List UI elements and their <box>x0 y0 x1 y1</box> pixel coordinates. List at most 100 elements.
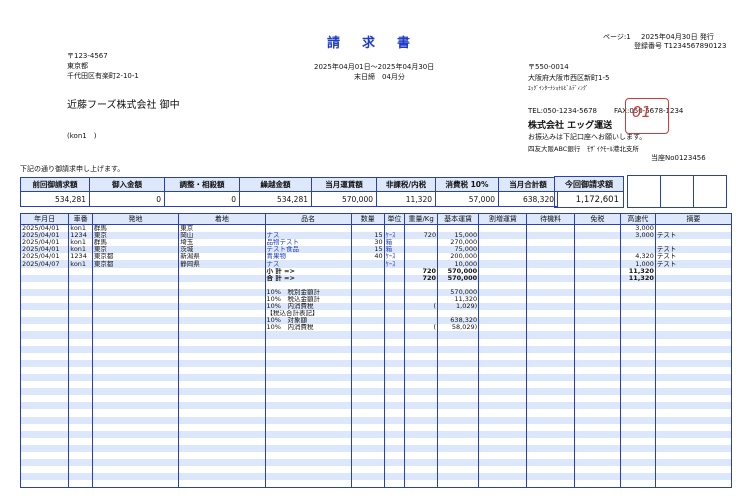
table-cell <box>526 345 575 353</box>
table-cell <box>654 331 733 339</box>
table-cell <box>437 409 480 417</box>
table-cell: 2025/04/01 <box>19 224 70 233</box>
table-cell <box>350 345 385 353</box>
detail-table: 年月日 車番 発地 着地 品名 数量 単位 重量/Kg 基本運賃 割増運賃 待機料 免税 高速代 摘要 2… <box>19 213 733 489</box>
table-cell: ( <box>404 324 439 332</box>
table-cell <box>404 338 439 346</box>
table-row <box>19 373 733 382</box>
table-cell <box>264 402 352 410</box>
customer-code: (kon1 ) <box>67 132 97 140</box>
current-billing-label: 今回御請求額 <box>554 176 624 192</box>
table-cell <box>68 345 93 353</box>
table-cell <box>68 430 93 438</box>
table-cell <box>437 437 480 445</box>
table-cell: 638,320 <box>437 317 480 325</box>
table-cell <box>264 381 352 389</box>
summary-value: 638,320 <box>498 191 558 207</box>
table-cell <box>19 366 70 374</box>
table-cell <box>573 452 621 460</box>
table-cell <box>68 444 93 452</box>
table-cell <box>654 267 733 275</box>
table-cell <box>573 281 621 289</box>
table-cell <box>91 366 180 374</box>
table-cell <box>619 473 656 481</box>
table-cell <box>19 466 70 474</box>
table-cell <box>619 352 656 360</box>
table-cell <box>68 388 93 396</box>
table-cell <box>68 295 93 304</box>
table-cell: 720 <box>404 267 439 275</box>
table-cell <box>526 224 575 233</box>
table-cell <box>619 459 656 467</box>
table-cell <box>478 338 528 346</box>
approval-stamp-boxes <box>627 175 727 208</box>
table-cell <box>437 331 480 339</box>
table-cell <box>573 459 621 467</box>
table-cell <box>68 366 93 374</box>
table-row <box>19 366 733 374</box>
detail-header: 単位 <box>383 213 406 225</box>
table-cell <box>573 317 621 325</box>
bank-name: 四友大阪ABC銀行 ﾓｻﾞｲｸﾓｰﾙ港北支所 <box>528 145 639 153</box>
table-cell <box>526 303 575 311</box>
table-cell <box>654 224 733 233</box>
detail-header: 年月日 <box>19 213 70 225</box>
table-cell <box>573 466 621 474</box>
table-cell <box>573 331 621 339</box>
table-row: 10% 内消費税 (58,029) <box>19 324 733 332</box>
table-cell <box>350 395 385 403</box>
table-cell: 品物テスト <box>264 239 352 247</box>
summary-header: 繰越金額 <box>239 177 312 192</box>
table-cell <box>383 345 406 353</box>
table-cell <box>383 373 406 382</box>
table-cell <box>478 324 528 332</box>
table-cell <box>478 281 528 289</box>
table-cell: 10,000 <box>437 260 480 268</box>
table-cell <box>404 331 439 339</box>
table-cell <box>404 480 439 489</box>
table-cell: ナス <box>264 232 352 240</box>
table-cell <box>350 359 385 367</box>
table-cell: 10% 対象額 <box>264 317 352 325</box>
table-cell <box>350 224 385 233</box>
table-cell <box>91 288 180 296</box>
table-cell <box>68 373 93 382</box>
table-cell <box>350 310 385 318</box>
table-cell <box>383 402 406 410</box>
table-cell <box>526 459 575 467</box>
table-cell <box>383 359 406 367</box>
table-cell <box>404 239 439 247</box>
table-cell <box>478 253 528 261</box>
table-cell <box>383 281 406 289</box>
table-row: 10% 税込金額計 11,320 <box>19 295 733 304</box>
table-cell <box>573 267 621 275</box>
table-cell: 4,320 <box>619 253 656 261</box>
table-cell <box>68 310 93 318</box>
table-cell <box>478 366 528 374</box>
table-cell <box>68 466 93 474</box>
table-cell <box>573 437 621 445</box>
table-cell <box>526 331 575 339</box>
table-cell <box>437 395 480 403</box>
table-cell <box>526 388 575 396</box>
summary-value: 11,320 <box>376 191 436 207</box>
table-cell <box>526 288 575 296</box>
table-row <box>19 388 733 396</box>
table-cell <box>526 338 575 346</box>
table-cell <box>19 288 70 296</box>
table-cell <box>68 331 93 339</box>
table-cell <box>654 381 733 389</box>
table-cell: 3,000 <box>619 224 656 233</box>
table-cell <box>178 366 266 374</box>
table-cell <box>68 381 93 389</box>
table-cell <box>19 267 70 275</box>
table-cell <box>350 352 385 360</box>
table-cell <box>404 423 439 431</box>
table-cell <box>91 466 180 474</box>
table-cell <box>573 402 621 410</box>
table-cell <box>404 288 439 296</box>
issuer-company: 株式会社 エッグ運送 <box>528 121 613 131</box>
issuer-tel: TEL:050-1234-5678 <box>528 107 597 115</box>
table-cell <box>178 324 266 332</box>
table-cell <box>437 359 480 367</box>
